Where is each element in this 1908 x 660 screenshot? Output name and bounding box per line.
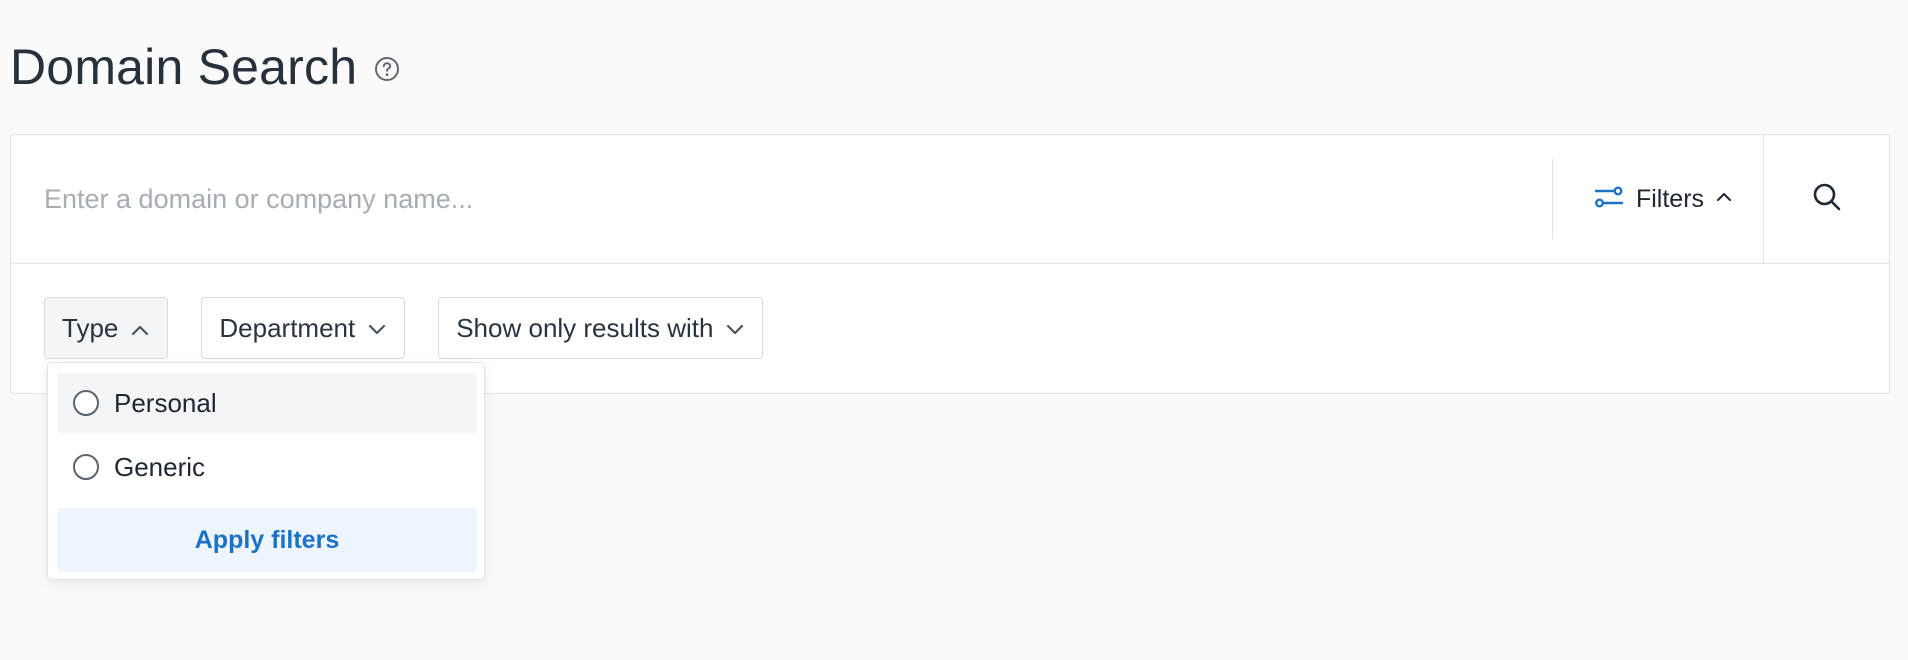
apply-filters-button[interactable]: Apply filters [57,508,477,572]
chevron-up-icon [1716,190,1732,208]
domain-search-input[interactable] [11,135,1551,263]
type-option-generic[interactable]: Generic [57,437,477,497]
domain-search-page: Domain Search Fi [0,0,1908,660]
chevron-down-icon [367,313,387,344]
option-label: Personal [114,387,217,418]
type-filter-chip[interactable]: Type [44,297,169,359]
radio-button[interactable] [73,390,99,416]
department-chip-label: Department [219,312,356,343]
radio-button[interactable] [73,454,99,480]
filter-chips: Type Department Show only results with [44,297,764,359]
filters-toggle-button[interactable]: Filters [1553,135,1773,263]
chevron-down-icon [725,313,745,344]
search-button[interactable] [1763,135,1890,263]
type-option-personal[interactable]: Personal [57,373,477,433]
page-title: Domain Search [10,39,358,95]
search-card: Filters Type [10,134,1890,394]
filters-label: Filters [1635,184,1705,213]
type-chip-label: Type [62,312,119,343]
title-row: Domain Search [10,38,401,96]
search-icon [1811,181,1843,218]
show-only-results-chip[interactable]: Show only results with [438,297,764,359]
sliders-icon [1594,186,1624,213]
department-filter-chip[interactable]: Department [201,297,406,359]
search-bar: Filters [11,135,1889,264]
show-only-chip-label: Show only results with [456,312,714,343]
type-filter-dropdown: Personal Generic Apply filters [47,362,485,580]
question-circle-icon[interactable] [373,55,401,83]
chevron-up-icon [130,313,150,344]
option-label: Generic [114,451,206,482]
